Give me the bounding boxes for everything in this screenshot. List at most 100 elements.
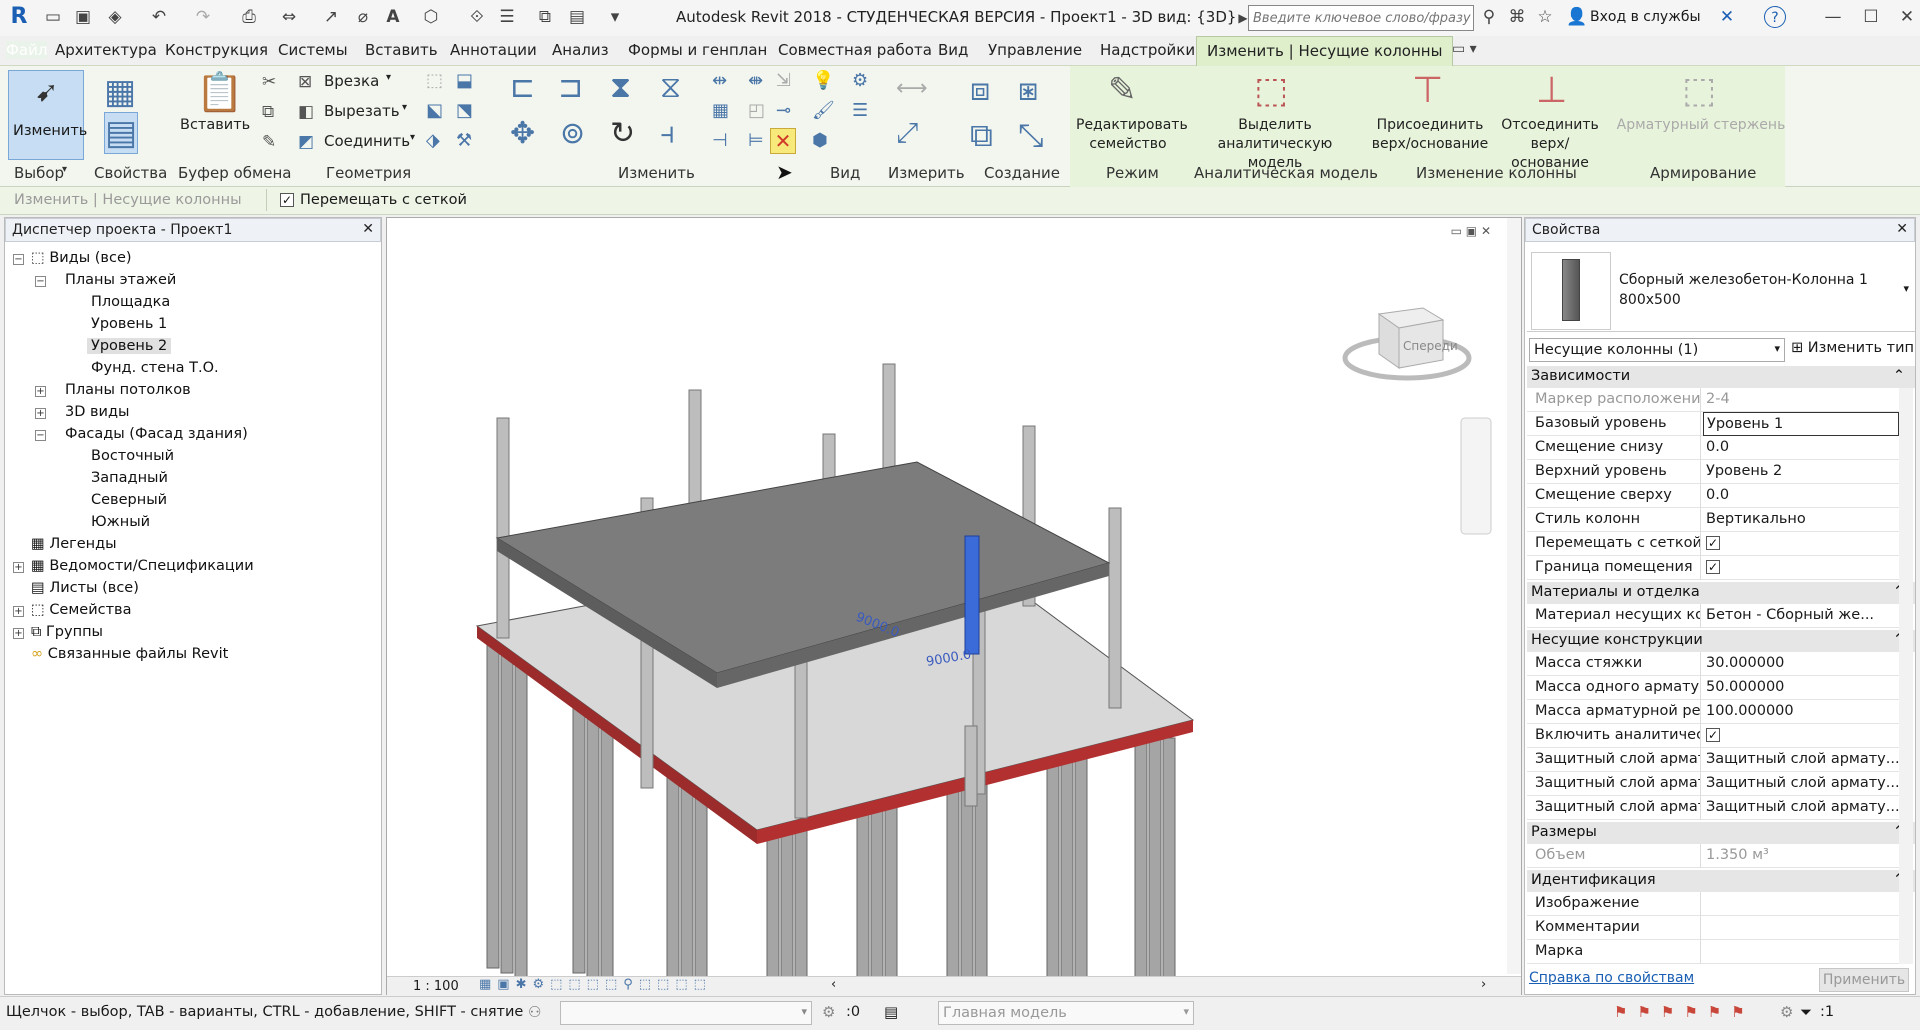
properties-scrollbar[interactable] (1899, 388, 1913, 964)
close-properties-icon[interactable]: ✕ (1896, 221, 1908, 237)
expand-schedules-toggle[interactable]: + (13, 562, 24, 573)
print-icon[interactable]: ⎙ (238, 6, 260, 28)
tab-modify-structural-columns[interactable]: Изменить | Несущие колонны (1196, 36, 1454, 66)
user-icon[interactable]: 👤 (1566, 6, 1588, 28)
expand-ceiling-plans-toggle[interactable]: + (35, 386, 46, 397)
tab-addins[interactable]: Надстройки (1100, 41, 1195, 59)
background-processes-icon[interactable]: ⚙ (1780, 1003, 1793, 1021)
editing-requests-icon[interactable]: ⚙ (822, 1003, 835, 1021)
text-icon[interactable]: A (382, 6, 404, 28)
trim-extend-icon[interactable]: ⫞ (660, 116, 675, 151)
revit-logo-icon[interactable]: R (8, 6, 30, 28)
room-bounding-checkbox[interactable]: ✓ (1706, 560, 1720, 574)
measure-icon[interactable]: ⇔ (278, 6, 300, 28)
sync-icon[interactable]: ◈ (104, 6, 126, 28)
attach-top-base-icon[interactable]: ⊤ (1412, 70, 1443, 111)
split-gap-icon[interactable]: ⇼ (748, 70, 763, 91)
dimension-icon[interactable]: ↗ (320, 6, 342, 28)
subscription-icon[interactable]: ⌘ (1506, 6, 1528, 28)
view-scale[interactable]: 1 : 100 (413, 979, 459, 994)
browser-node-foundation[interactable]: Фунд. стена Т.О. (91, 360, 219, 376)
scroll-left-icon[interactable]: ‹ (831, 977, 836, 992)
tab-view[interactable]: Вид (938, 41, 968, 59)
expand-3d-views-toggle[interactable]: + (35, 408, 46, 419)
expand-families-toggle[interactable]: + (13, 606, 24, 617)
prop-value[interactable]: Бетон - Сборный же... (1703, 604, 1899, 628)
design-options-icon[interactable]: ▤ (884, 1003, 898, 1021)
remove-paint-icon[interactable]: ⚒ (456, 130, 472, 151)
prop-value[interactable]: Защитный слой армату... (1703, 796, 1899, 820)
cope-button[interactable]: Врезка (324, 72, 379, 90)
apply-button[interactable]: Применить (1819, 968, 1909, 992)
align-icon[interactable]: ⊏ (510, 70, 535, 105)
expand-groups-toggle[interactable]: + (13, 628, 24, 639)
binoculars-icon[interactable]: ⚲ (1478, 6, 1500, 28)
view-hide-icon[interactable]: ⬢ (812, 130, 828, 151)
cut-geometry-button[interactable]: Вырезать (324, 102, 400, 120)
edit-family-button[interactable]: Редактировать семейство (1076, 116, 1188, 154)
beam-join-icon[interactable]: ⬗ (426, 130, 440, 151)
split-element-icon[interactable]: ⇹ (712, 70, 727, 91)
browser-node-3d-views[interactable]: 3D виды (65, 404, 129, 420)
select-dropdown-icon[interactable]: ▾ (62, 164, 67, 175)
demolish-icon[interactable]: ⬔ (456, 100, 473, 121)
close-hidden-icon[interactable]: ⧉ (534, 6, 556, 28)
clipboard-icon[interactable]: 📋 (196, 70, 243, 115)
properties-help-link[interactable]: Справка по свойствам (1529, 970, 1694, 986)
paint-icon[interactable]: ⬕ (426, 100, 443, 121)
detach-top-base-icon[interactable]: ⊥ (1536, 70, 1567, 111)
pin-icon[interactable]: ⊸ (776, 100, 791, 121)
browser-node-east[interactable]: Восточный (91, 448, 174, 464)
browser-node-revit-links[interactable]: ∞ Связанные файлы Revit (31, 646, 228, 662)
prop-value[interactable]: Защитный слой армату... (1703, 748, 1899, 772)
customize-qat-icon[interactable]: ▾ (604, 6, 626, 28)
enable-analytical-checkbox[interactable]: ✓ (1706, 728, 1720, 742)
modify-button[interactable]: ➹ Изменить (8, 70, 87, 160)
browser-node-level-1[interactable]: Уровень 1 (91, 316, 167, 332)
section-identity[interactable]: Идентификация⌃ (1527, 870, 1915, 892)
measure-between-icon[interactable]: ⤢ (896, 116, 918, 150)
browser-node-sheets[interactable]: ▤ Листы (все) (31, 580, 139, 596)
create-group-icon[interactable]: ⧉ (970, 116, 993, 155)
scale-icon[interactable]: ◰ (748, 100, 765, 121)
unpin-icon[interactable]: ⇲ (776, 70, 791, 91)
edit-type-button[interactable]: ⊞ Изменить тип (1791, 340, 1914, 356)
tab-systems[interactable]: Системы (278, 41, 348, 59)
tab-insert[interactable]: Вставить (365, 41, 438, 59)
3d-view-icon[interactable]: ⬡ (420, 6, 442, 28)
favorites-star-icon[interactable]: ☆ (1534, 6, 1556, 28)
properties-icon[interactable]: ▤ (104, 112, 139, 154)
prop-value[interactable]: Вертикально (1703, 508, 1899, 532)
collapse-floor-plans-toggle[interactable]: − (35, 276, 46, 287)
section-materials[interactable]: Материалы и отделка⌃ (1527, 582, 1915, 604)
collapse-elevations-toggle[interactable]: − (35, 430, 46, 441)
create-parts-icon[interactable]: ⧆ (1018, 70, 1038, 109)
cut-dropdown-icon[interactable]: ▾ (402, 102, 407, 113)
browser-node-groups[interactable]: ⧉ Группы (31, 624, 103, 640)
close-window-icon[interactable]: ✕ (1896, 6, 1918, 28)
section-constraints[interactable]: Зависимости ⌃ (1527, 366, 1915, 388)
help-icon[interactable]: ? (1764, 6, 1786, 28)
rebar-button[interactable]: Арматурный стержень (1616, 116, 1786, 135)
browser-node-north[interactable]: Северный (91, 492, 167, 508)
paste-button[interactable]: Вставить (180, 116, 250, 135)
selection-filter-icons[interactable]: ⚑⚑⚑⚑⚑⚑ (1614, 1003, 1755, 1021)
exchange-icon[interactable]: ✕ (1716, 6, 1738, 28)
browser-node-legends[interactable]: ▦ Легенды (31, 536, 117, 552)
save-icon[interactable]: ▣ (72, 6, 94, 28)
join-button[interactable]: Соединить (324, 132, 410, 150)
tab-annotate[interactable]: Аннотации (450, 41, 537, 59)
tag-icon[interactable]: ⌀ (352, 6, 374, 28)
match-type-icon[interactable]: ✎ (262, 132, 276, 152)
tab-architecture[interactable]: Архитектура (55, 41, 157, 59)
analytical-model-icon[interactable]: ⬚ (1254, 70, 1288, 111)
join-dropdown-icon[interactable]: ▾ (410, 132, 415, 143)
type-selector[interactable]: Сборный железобетон-Колонна 1 800x500 ▾ (1527, 248, 1915, 332)
create-similar-icon[interactable]: ⤡ (1018, 116, 1044, 155)
section-dimensions[interactable]: Размеры⌃ (1527, 822, 1915, 844)
prop-value[interactable]: 100.000000 (1703, 700, 1899, 724)
prop-value[interactable] (1703, 892, 1899, 916)
type-properties-icon[interactable]: ▦ (104, 72, 136, 112)
open-icon[interactable]: ▭ (42, 6, 64, 28)
tab-structure[interactable]: Конструкция (165, 41, 268, 59)
